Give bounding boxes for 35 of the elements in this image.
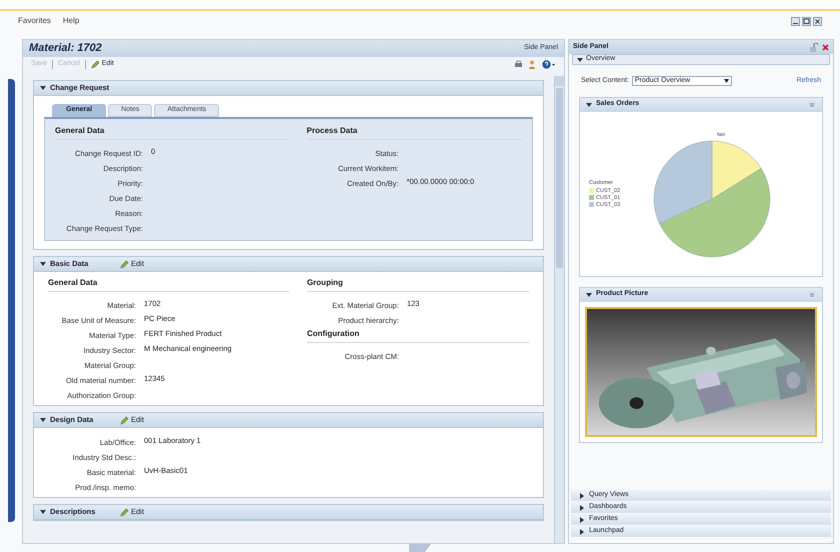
group-title: Grouping [306,277,529,292]
group-title: General Data [55,125,289,140]
expanded-triangle-icon[interactable] [577,56,583,62]
expanded-triangle-icon[interactable] [586,102,592,108]
menu-icon[interactable] [808,290,816,298]
pencil-icon [120,416,129,424]
group-title: General Data [48,277,289,292]
collapsed-triangle-icon[interactable] [579,528,585,534]
pencil-icon [120,260,129,268]
expanded-triangle-icon[interactable] [40,509,46,515]
expanded-triangle-icon[interactable] [40,261,46,267]
pencil-icon [90,60,100,69]
menu-item[interactable]: Favorites [18,15,51,27]
unlock-icon[interactable] [809,42,818,52]
caret-icon [724,79,729,84]
expanded-triangle-icon[interactable] [586,292,592,298]
scrollbar[interactable] [554,76,564,543]
person-icon[interactable] [528,60,537,69]
close-icon[interactable] [813,16,822,26]
menu-item[interactable]: Help [62,15,80,27]
window-title: Material: 1702 [29,41,102,56]
maximize-icon[interactable] [802,16,811,26]
close-icon[interactable] [822,44,829,50]
menu-icon[interactable] [808,100,816,108]
expanded-triangle-icon[interactable] [40,85,46,91]
printer-icon[interactable] [514,60,523,69]
expanded-triangle-icon[interactable] [40,417,46,423]
group-title: Configuration [306,328,529,343]
collapsed-triangle-icon[interactable] [579,516,585,522]
collapsed-triangle-icon[interactable] [579,492,585,498]
pencil-icon [120,508,129,516]
group-title: Process Data [306,125,522,140]
minimize-icon[interactable] [791,16,800,26]
help-icon[interactable] [542,60,556,69]
collapsed-triangle-icon[interactable] [579,504,585,510]
